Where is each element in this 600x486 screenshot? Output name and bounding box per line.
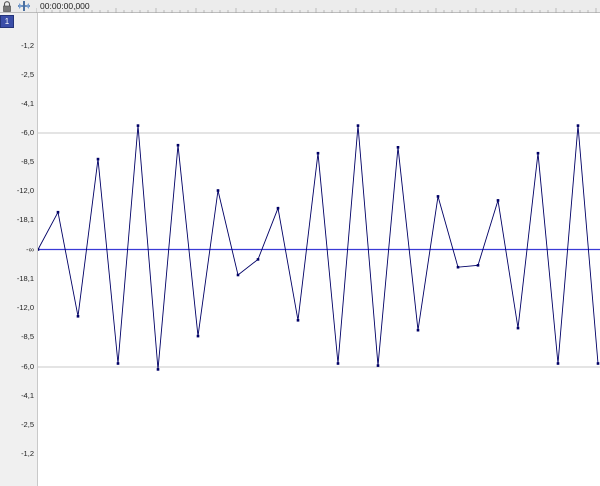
- sample-point[interactable]: [176, 143, 180, 147]
- sample-point[interactable]: [416, 328, 420, 332]
- waveform-line: [38, 125, 599, 370]
- sample-point[interactable]: [56, 210, 60, 214]
- ruler-label: -2,5: [21, 70, 34, 79]
- sample-point[interactable]: [496, 199, 500, 202]
- ruler-label: -1,2: [21, 41, 34, 50]
- ruler-label: -18,1: [16, 274, 34, 283]
- ruler-label: -4,1: [21, 391, 34, 400]
- sample-point[interactable]: [556, 362, 560, 365]
- ruler-label: -6,0: [21, 362, 34, 371]
- sample-point[interactable]: [256, 258, 260, 261]
- sample-point[interactable]: [236, 273, 240, 277]
- lock-icon[interactable]: [2, 1, 12, 12]
- ruler-label: -12,0: [16, 186, 34, 195]
- sample-point[interactable]: [38, 248, 40, 251]
- sample-point[interactable]: [136, 124, 140, 127]
- sample-point[interactable]: [536, 151, 540, 155]
- sample-point[interactable]: [356, 124, 360, 127]
- waveform-display[interactable]: [38, 13, 600, 486]
- sample-point[interactable]: [296, 319, 300, 322]
- sample-point[interactable]: [456, 265, 460, 269]
- sample-point[interactable]: [436, 195, 440, 198]
- sample-point[interactable]: [116, 362, 120, 365]
- ruler-label: -6,0: [21, 128, 34, 137]
- sample-point[interactable]: [376, 364, 380, 367]
- sample-point[interactable]: [516, 326, 520, 330]
- ruler-label: -8,5: [21, 157, 34, 166]
- sample-point[interactable]: [96, 157, 100, 161]
- sample-point[interactable]: [156, 368, 160, 371]
- sample-point[interactable]: [396, 146, 400, 149]
- ruler-label: -4,1: [21, 99, 34, 108]
- ruler-label: -8,5: [21, 332, 34, 341]
- sample-point[interactable]: [316, 151, 320, 155]
- timeline-toolbar: 00:00:00,000: [0, 0, 600, 13]
- sample-point[interactable]: [576, 124, 580, 127]
- sample-point[interactable]: [596, 362, 600, 365]
- channel-number-badge[interactable]: 1: [0, 15, 14, 28]
- sample-point[interactable]: [336, 362, 340, 365]
- ruler-label: -1,2: [21, 449, 34, 458]
- sample-point[interactable]: [196, 334, 200, 338]
- ruler-label: -12,0: [16, 303, 34, 312]
- ruler-label: -2,5: [21, 420, 34, 429]
- sample-point[interactable]: [216, 189, 220, 192]
- sample-point[interactable]: [276, 206, 280, 210]
- sample-point[interactable]: [76, 315, 80, 318]
- sample-point[interactable]: [476, 264, 480, 267]
- ruler-label: -∞: [26, 245, 34, 254]
- snap-icon[interactable]: [17, 0, 31, 12]
- ruler-label: -18,1: [16, 215, 34, 224]
- amplitude-ruler: 1 -1,2 -2,5 -4,1 -6,0 -8,5 -12,0 -18,1 -…: [0, 13, 38, 486]
